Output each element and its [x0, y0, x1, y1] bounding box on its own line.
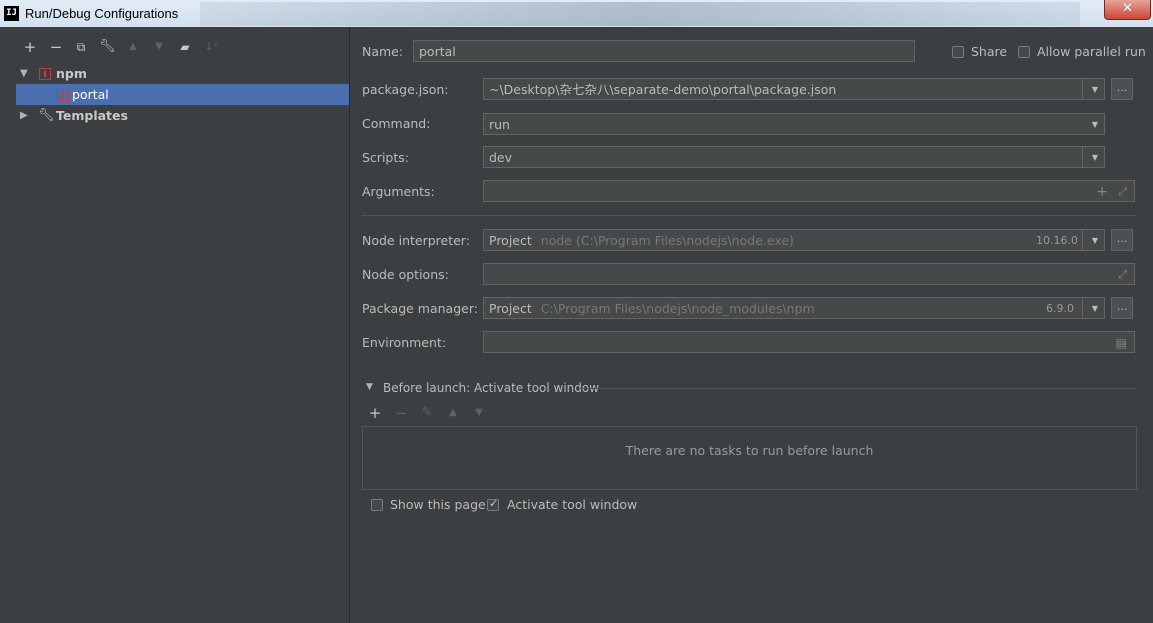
- node-options-label: Node options:: [362, 267, 449, 282]
- browse-node-interpreter-button[interactable]: ...: [1111, 229, 1133, 251]
- tree-item-label: portal: [72, 87, 109, 102]
- wrench-icon[interactable]: 🔧︎: [99, 39, 116, 55]
- add-icon[interactable]: +: [22, 39, 38, 55]
- share-label: Share: [971, 44, 1008, 59]
- name-field[interactable]: portal: [413, 40, 915, 62]
- node-interpreter-path: node (C:\Program Files\nodejs\node.exe): [540, 233, 794, 248]
- before-launch-label: Before launch: Activate tool window: [383, 381, 600, 395]
- before-launch-divider: [580, 388, 1137, 389]
- configuration-form: Name: portal Share Allow parallel run pa…: [350, 27, 1153, 623]
- no-tasks-message: There are no tasks to run before launch: [625, 443, 874, 458]
- environment-field[interactable]: ▤: [483, 331, 1135, 353]
- expand-icon[interactable]: ⤢: [1118, 181, 1127, 203]
- activate-tool-window-checkbox[interactable]: [487, 497, 499, 511]
- close-button[interactable]: ✕: [1104, 0, 1151, 20]
- section-divider: [362, 215, 1137, 216]
- environment-label: Environment:: [362, 335, 447, 350]
- sort-icon[interactable]: ↓ᶻ: [203, 39, 219, 55]
- parallel-run-label: Allow parallel run: [1037, 44, 1146, 59]
- wrench-icon: 🔧︎: [38, 108, 55, 123]
- arguments-field[interactable]: + ⤢: [483, 180, 1135, 202]
- command-value: run: [489, 117, 510, 132]
- node-version: 10.16.0: [1036, 234, 1078, 247]
- command-label: Command:: [362, 116, 431, 131]
- remove-task-icon[interactable]: −: [393, 405, 409, 421]
- browse-package-json-button[interactable]: ...: [1111, 78, 1133, 100]
- configurations-sidebar: + − ⧉ 🔧︎ ▲ ▼ ▰ ↓ᶻ ▼ npm portal ▶ 🔧︎ Temp…: [16, 27, 350, 623]
- package-manager-label: Package manager:: [362, 301, 478, 316]
- title-bar: IJ Run/Debug Configurations ✕: [0, 0, 1153, 27]
- expand-arrow-icon[interactable]: ▼: [20, 63, 28, 84]
- tree-item-npm[interactable]: ▼ npm: [16, 63, 349, 84]
- command-select[interactable]: run: [483, 113, 1105, 136]
- window-frame: [0, 27, 16, 623]
- intellij-app-icon: IJ: [4, 6, 19, 21]
- edit-environment-icon[interactable]: ▤: [1116, 332, 1127, 354]
- activate-tool-window-label: Activate tool window: [507, 497, 638, 512]
- remove-icon[interactable]: −: [48, 39, 64, 55]
- parallel-run-checkbox[interactable]: [1018, 46, 1030, 58]
- show-this-page-label: Show this page: [390, 497, 486, 512]
- move-down-icon[interactable]: ▼: [151, 39, 167, 55]
- expand-icon[interactable]: ⤢: [1118, 264, 1127, 286]
- node-interpreter-prefix: Project: [489, 233, 532, 248]
- share-checkbox[interactable]: [952, 46, 964, 58]
- add-task-icon[interactable]: +: [367, 405, 383, 421]
- package-json-value: ~\Desktop\杂七杂八\separate-demo\portal\pack…: [489, 82, 837, 97]
- collapse-arrow-icon[interactable]: ▶: [20, 105, 28, 126]
- npm-icon: [57, 89, 69, 101]
- show-this-page-checkbox[interactable]: [371, 499, 383, 511]
- package-manager-select[interactable]: Project C:\Program Files\nodejs\node_mod…: [483, 297, 1105, 320]
- before-launch-task-list: There are no tasks to run before launch: [362, 426, 1137, 490]
- scripts-label: Scripts:: [362, 150, 409, 165]
- collapse-arrow-icon[interactable]: ▼: [366, 382, 373, 392]
- tree-item-templates[interactable]: ▶ 🔧︎ Templates: [16, 105, 349, 126]
- dropdown-separator: [1082, 79, 1083, 99]
- new-folder-icon[interactable]: ▰: [177, 39, 193, 55]
- tree-item-label: npm: [56, 66, 87, 81]
- arguments-label: Arguments:: [362, 184, 435, 199]
- copy-icon[interactable]: ⧉: [73, 39, 89, 55]
- package-manager-version: 6.9.0: [1046, 302, 1074, 315]
- node-interpreter-label: Node interpreter:: [362, 233, 470, 248]
- window-title: Run/Debug Configurations: [25, 6, 179, 21]
- package-manager-path: C:\Program Files\nodejs\node_modules\npm: [540, 301, 815, 316]
- sidebar-toolbar: + − ⧉ 🔧︎ ▲ ▼ ▰ ↓ᶻ: [16, 35, 349, 61]
- npm-icon: [39, 68, 51, 80]
- dropdown-separator: [1082, 298, 1083, 318]
- move-task-up-icon[interactable]: ▲: [445, 405, 461, 421]
- scripts-select[interactable]: dev: [483, 146, 1105, 169]
- package-json-field[interactable]: ~\Desktop\杂七杂八\separate-demo\portal\pack…: [483, 78, 1105, 101]
- name-label: Name:: [362, 44, 404, 59]
- tree-item-portal[interactable]: portal: [16, 84, 349, 105]
- add-icon[interactable]: +: [1096, 181, 1108, 203]
- move-task-down-icon[interactable]: ▼: [471, 405, 487, 421]
- package-manager-prefix: Project: [489, 301, 532, 316]
- edit-task-icon[interactable]: ✎: [419, 405, 435, 421]
- package-json-label: package.json:: [362, 82, 449, 97]
- scripts-value: dev: [489, 150, 513, 165]
- node-interpreter-select[interactable]: Project node (C:\Program Files\nodejs\no…: [483, 229, 1105, 252]
- tree-item-label: Templates: [56, 108, 128, 123]
- dropdown-separator: [1082, 230, 1083, 250]
- browse-package-manager-button[interactable]: ...: [1111, 297, 1133, 319]
- dropdown-separator: [1082, 147, 1083, 167]
- move-up-icon[interactable]: ▲: [125, 39, 141, 55]
- node-options-field[interactable]: ⤢: [483, 263, 1135, 285]
- background-blur: [200, 2, 1080, 26]
